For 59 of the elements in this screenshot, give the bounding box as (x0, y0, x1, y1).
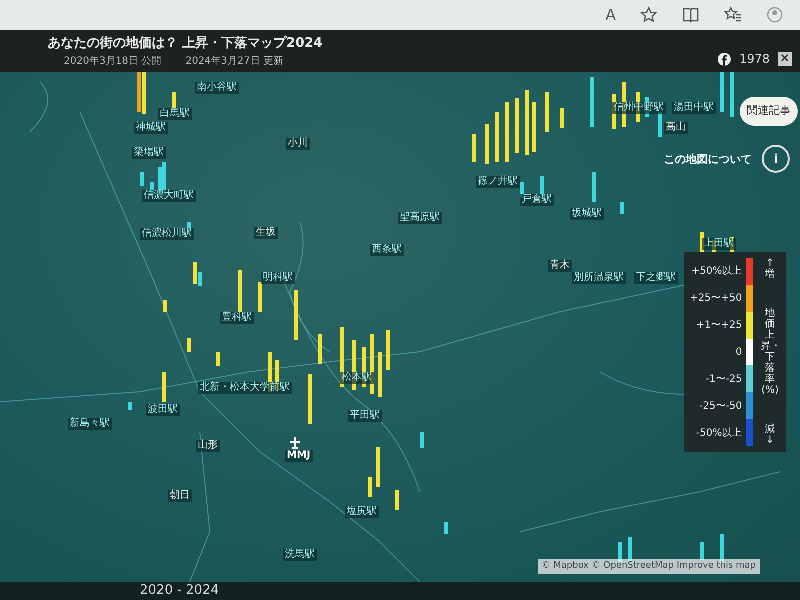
station-label: 上田駅 (702, 238, 736, 250)
star-icon[interactable] (640, 6, 658, 24)
legend-label: -25〜-50 (698, 400, 742, 414)
legend-axis-label: 減↓ (764, 424, 776, 446)
station-label: 西条駅 (370, 244, 404, 256)
station-label: 平田駅 (348, 410, 382, 422)
share-count: 1978 (739, 51, 770, 68)
place-label: 小川 (286, 138, 310, 150)
station-label: 戸倉駅 (520, 194, 554, 206)
legend-label: +25〜+50 (690, 292, 742, 306)
station-label: 豊科駅 (220, 312, 254, 324)
legend-label: +1〜+25 (695, 319, 742, 333)
place-label: 生坂 (254, 227, 278, 239)
legend-label: +50%以上 (690, 264, 742, 279)
station-label: 明科駅 (261, 272, 295, 284)
facebook-icon[interactable] (718, 52, 732, 66)
station-label: 松本駅 (340, 372, 374, 384)
published-date: 2020年3月18日 公開 (64, 54, 162, 68)
station-label: 篠ノ井駅 (476, 176, 520, 188)
close-icon (781, 54, 789, 62)
station-label: 湯田中駅 (672, 102, 716, 114)
place-label: 朝日 (168, 490, 192, 502)
airport-label: MMJ (285, 450, 313, 462)
related-articles-button[interactable]: 関連記事 (740, 97, 798, 126)
place-label: 青木 (548, 260, 572, 272)
updated-date: 2024年3月27日 更新 (186, 54, 284, 68)
map-attribution: © Mapbox © OpenStreetMap Improve this map (538, 558, 760, 574)
station-label: 洗馬駅 (283, 549, 317, 561)
legend-axis-label: 地価上昇・下落率(%) (761, 308, 780, 396)
station-label: 信濃松川駅 (140, 228, 194, 240)
station-label: 神城駅 (134, 122, 168, 134)
station-label: 別所温泉駅 (572, 272, 626, 284)
station-label: 簗場駅 (132, 147, 166, 159)
station-label: 塩尻駅 (345, 506, 379, 518)
station-label: 聖高原駅 (398, 212, 442, 224)
legend-label: 0 (734, 346, 742, 360)
year-range: 2020 - 2024 (0, 582, 800, 600)
station-label: 坂城駅 (570, 208, 604, 220)
read-aloud-icon[interactable]: A (606, 8, 616, 22)
book-icon[interactable] (682, 6, 700, 24)
about-map-label: この地図について (664, 152, 752, 168)
station-label: 南小谷駅 (195, 82, 239, 94)
legend-label: -1〜-25 (704, 373, 742, 387)
station-label: 下之郷駅 (634, 272, 678, 284)
station-label: 北新・松本大学前駅 (198, 382, 292, 394)
station-label: 信州中野駅 (612, 102, 666, 114)
station-label: 新島々駅 (68, 418, 112, 430)
legend-label: -50%以上 (695, 426, 742, 441)
legend-axis-label: ↑増 (764, 258, 776, 280)
place-label: 山形 (196, 440, 220, 452)
station-label: 波田駅 (146, 404, 180, 416)
station-label: 白馬駅 (158, 108, 192, 120)
page-title: あなたの街の地価は？ 上昇・下落マップ2024 (48, 34, 323, 53)
station-label: 信濃大町駅 (142, 190, 196, 202)
place-label: 高山 (664, 122, 688, 134)
info-button[interactable]: i (762, 145, 790, 173)
airplane-icon (289, 437, 301, 449)
close-button[interactable] (778, 52, 792, 66)
favorites-icon[interactable] (724, 6, 742, 24)
